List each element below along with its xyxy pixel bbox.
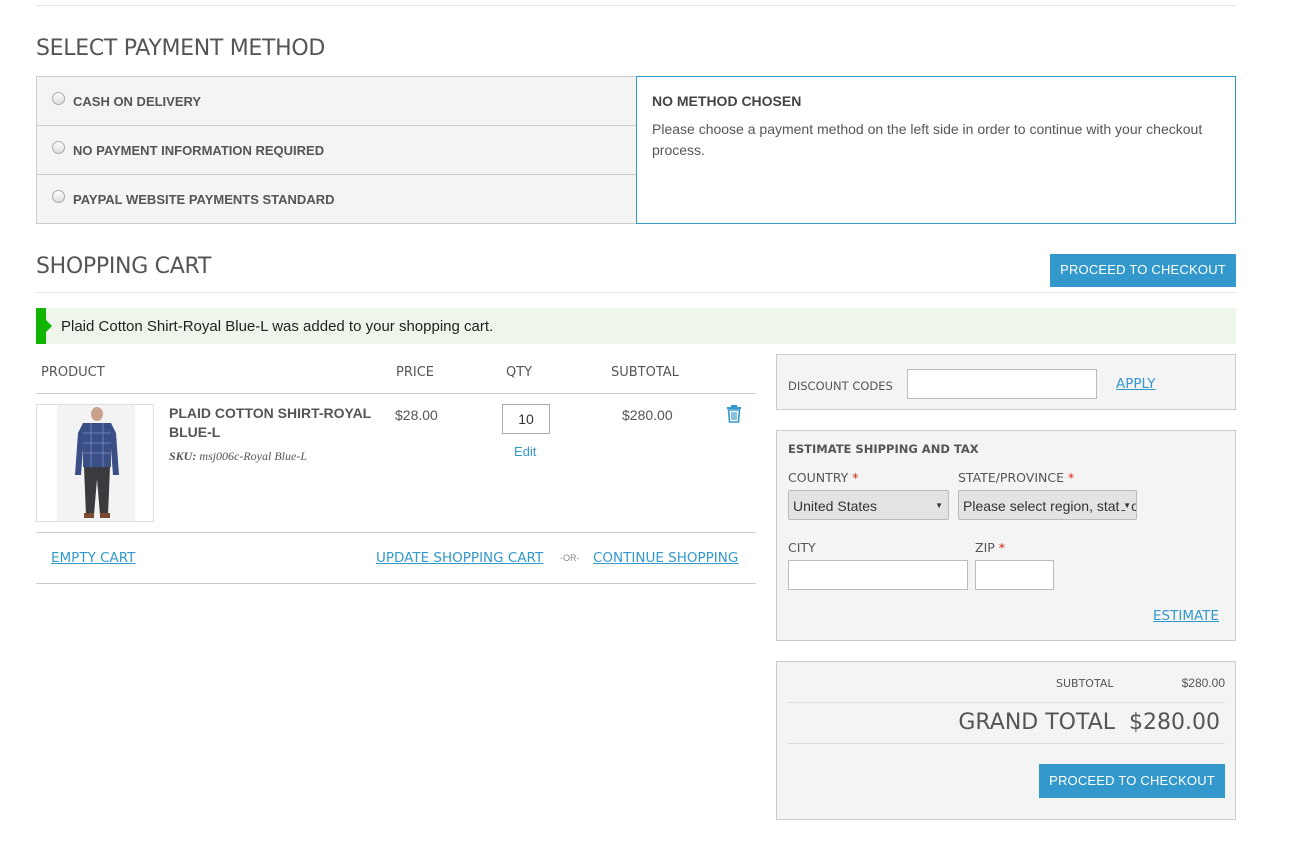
radio-button[interactable] — [52, 141, 65, 154]
payment-option-paypal[interactable]: PAYPAL WEBSITE PAYMENTS STANDARD — [37, 175, 636, 223]
payment-info-panel: NO METHOD CHOSEN Please choose a payment… — [636, 76, 1236, 224]
grand-total: GRAND TOTAL $280.00 — [958, 710, 1220, 735]
totals-divider — [787, 702, 1225, 703]
cart-section-title: SHOPPING CART — [36, 254, 211, 279]
continue-shopping-link[interactable]: CONTINUE SHOPPING — [593, 550, 738, 566]
edit-item-link[interactable]: Edit — [514, 444, 536, 459]
sku-value: msj006c-Royal Blue-L — [199, 449, 307, 463]
empty-cart-link[interactable]: EMPTY CART — [51, 550, 135, 566]
discount-box: DISCOUNT CODES APPLY — [776, 354, 1236, 410]
required-marker: * — [1067, 470, 1075, 485]
payment-option-cod[interactable]: CASH ON DELIVERY — [37, 77, 636, 126]
dropdown-arrow-icon: ▼ — [1120, 501, 1131, 510]
totals-box: SUBTOTAL $280.00 GRAND TOTAL $280.00 PRO… — [776, 661, 1236, 820]
payment-section-title: SELECT PAYMENT METHOD — [36, 36, 326, 61]
discount-label: DISCOUNT CODES — [788, 379, 893, 393]
product-sku: SKU: msj006c-Royal Blue-L — [169, 449, 307, 464]
item-price: $28.00 — [395, 407, 438, 423]
top-divider — [36, 5, 1236, 6]
estimate-shipping-title: ESTIMATE SHIPPING AND TAX — [788, 442, 979, 456]
payment-option-free[interactable]: NO PAYMENT INFORMATION REQUIRED — [37, 126, 636, 175]
table-header-divider — [36, 393, 756, 394]
radio-button[interactable] — [52, 190, 65, 203]
required-marker: * — [998, 540, 1006, 555]
payment-option-label: NO PAYMENT INFORMATION REQUIRED — [73, 143, 325, 158]
column-header-qty: QTY — [506, 365, 533, 380]
country-select[interactable]: United States ▼ — [788, 490, 949, 520]
column-header-product: PRODUCT — [41, 365, 105, 380]
state-label: STATE/PROVINCE * — [958, 470, 1074, 485]
state-label-text: STATE/PROVINCE — [958, 470, 1064, 485]
city-label: CITY — [788, 540, 816, 555]
zip-label: ZIP * — [975, 540, 1005, 555]
or-separator: -OR- — [560, 553, 580, 563]
subtotal-value: $280.00 — [1181, 676, 1225, 690]
payment-panel-heading: NO METHOD CHOSEN — [652, 93, 802, 109]
payment-panel-text: Please choose a payment method on the le… — [652, 121, 1203, 158]
product-image[interactable] — [36, 404, 154, 522]
qty-input[interactable] — [502, 404, 550, 434]
country-label-text: COUNTRY — [788, 470, 849, 485]
item-subtotal: $280.00 — [622, 407, 673, 423]
payment-option-label: PAYPAL WEBSITE PAYMENTS STANDARD — [73, 192, 335, 207]
radio-button[interactable] — [52, 92, 65, 105]
dropdown-arrow-icon: ▼ — [935, 501, 943, 510]
cart-divider — [36, 292, 1236, 293]
proceed-to-checkout-button-bottom[interactable]: PROCEED TO CHECKOUT — [1039, 764, 1225, 798]
grand-total-label: GRAND TOTAL — [958, 710, 1116, 735]
city-input[interactable] — [788, 560, 968, 590]
country-select-value: United States — [793, 498, 878, 514]
success-notice: Plaid Cotton Shirt-Royal Blue-L was adde… — [36, 308, 1236, 344]
estimate-link[interactable]: ESTIMATE — [1153, 608, 1219, 624]
table-footer-divider-top — [36, 532, 756, 533]
table-footer-divider-bottom — [36, 583, 756, 584]
column-header-subtotal: SUBTOTAL — [611, 365, 679, 380]
proceed-to-checkout-button-top[interactable]: PROCEED TO CHECKOUT — [1050, 254, 1236, 287]
trash-icon[interactable] — [726, 405, 742, 423]
update-cart-link[interactable]: UPDATE SHOPPING CART — [376, 550, 543, 566]
notice-text: Plaid Cotton Shirt-Royal Blue-L was adde… — [61, 318, 494, 335]
state-select-value: Please select region, state or province — [963, 498, 1136, 514]
grand-total-value: $280.00 — [1129, 710, 1220, 735]
discount-code-input[interactable] — [907, 369, 1097, 399]
zip-input[interactable] — [975, 560, 1054, 590]
payment-options: CASH ON DELIVERY NO PAYMENT INFORMATION … — [36, 76, 637, 224]
estimate-shipping-box: ESTIMATE SHIPPING AND TAX COUNTRY * Unit… — [776, 430, 1236, 641]
country-label: COUNTRY * — [788, 470, 858, 485]
notice-marker-icon — [46, 320, 52, 332]
product-name-link[interactable]: PLAID COTTON SHIRT-ROYAL BLUE-L — [169, 404, 384, 442]
totals-divider — [787, 743, 1225, 744]
payment-option-label: CASH ON DELIVERY — [73, 94, 202, 109]
required-marker: * — [852, 470, 859, 485]
apply-discount-link[interactable]: APPLY — [1116, 376, 1156, 392]
state-select[interactable]: Please select region, state or province … — [958, 490, 1137, 520]
zip-label-text: ZIP — [975, 540, 995, 555]
column-header-price: PRICE — [396, 365, 434, 380]
subtotal-label: SUBTOTAL — [1056, 677, 1114, 690]
sku-label: SKU: — [169, 449, 197, 463]
